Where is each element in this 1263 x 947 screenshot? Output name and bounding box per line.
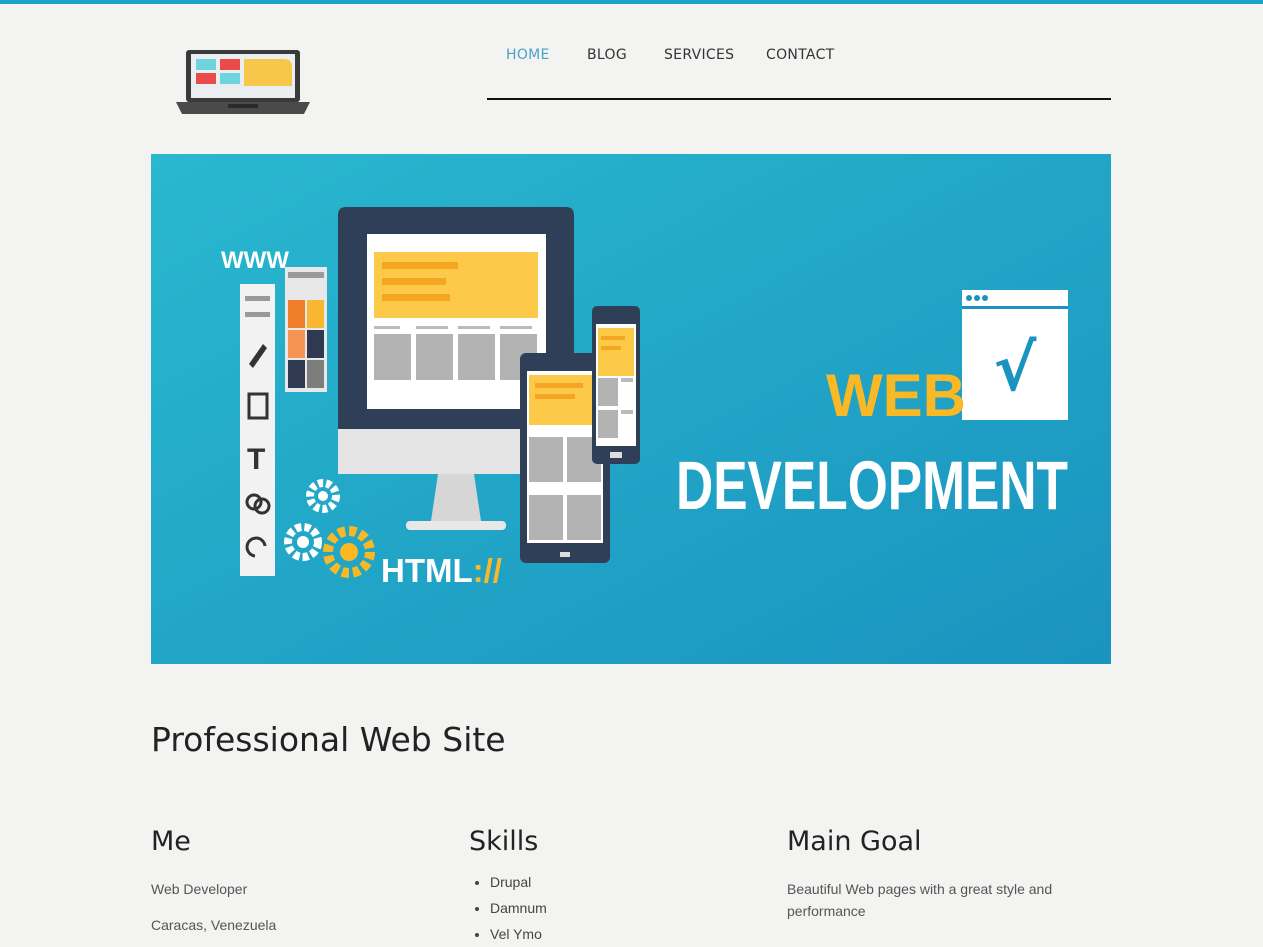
- main-goal-heading: Main Goal: [787, 826, 922, 857]
- site-logo[interactable]: [172, 48, 314, 120]
- skills-list-item: Damnum: [490, 895, 769, 921]
- main-goal-text: Beautiful Web pages with a great style a…: [787, 881, 1053, 919]
- check-mark: √: [994, 332, 1037, 406]
- skills-column: Skills Drupal Damnum Vel Ymo: [469, 826, 769, 947]
- nav-contact-link[interactable]: CONTACT: [766, 47, 835, 63]
- nav-services-link[interactable]: SERVICES: [664, 47, 734, 63]
- me-column: Me Web Developer Caracas, Venezuela: [151, 826, 451, 936]
- me-heading: Me: [151, 826, 191, 857]
- nav-blog-link[interactable]: BLOG: [587, 47, 627, 63]
- me-role-text: Web Developer: [151, 881, 248, 897]
- web-development-illustration: WWW T HTML:// √ WEB DEVELOPMENT: [151, 154, 1111, 664]
- main-nav: HOME BLOG SERVICES CONTACT: [487, 40, 1111, 100]
- me-location-text: Caracas, Venezuela: [151, 917, 277, 933]
- hero-development-text: DEVELOPMENT: [676, 447, 1068, 524]
- html-label: HTML: [381, 552, 473, 589]
- svg-text:HTML://: HTML://: [381, 552, 502, 589]
- skills-list: Drupal Damnum Vel Ymo: [469, 869, 769, 947]
- hero-web-text: WEB: [826, 362, 966, 429]
- html-slashes-label: ://: [473, 552, 502, 589]
- nav-home-link[interactable]: HOME: [506, 47, 550, 63]
- skills-list-item: Vel Ymo: [490, 921, 769, 947]
- svg-text:T: T: [247, 443, 265, 476]
- skills-list-item: Drupal: [490, 869, 769, 895]
- top-accent-bar: [0, 0, 1263, 4]
- main-goal-column: Main Goal Beautiful Web pages with a gre…: [787, 826, 1087, 922]
- smartphone-icon: [592, 306, 640, 464]
- check-window-icon: √: [962, 290, 1068, 420]
- hero-banner: WWW T HTML:// √ WEB DEVELOPMENT: [151, 154, 1111, 664]
- skills-heading: Skills: [469, 826, 539, 857]
- color-palette-icon: [285, 267, 327, 392]
- page-title: Professional Web Site: [151, 720, 506, 759]
- laptop-logo-icon: [176, 50, 310, 114]
- www-label: WWW: [221, 247, 289, 274]
- tool-strip-icon: T: [240, 284, 275, 576]
